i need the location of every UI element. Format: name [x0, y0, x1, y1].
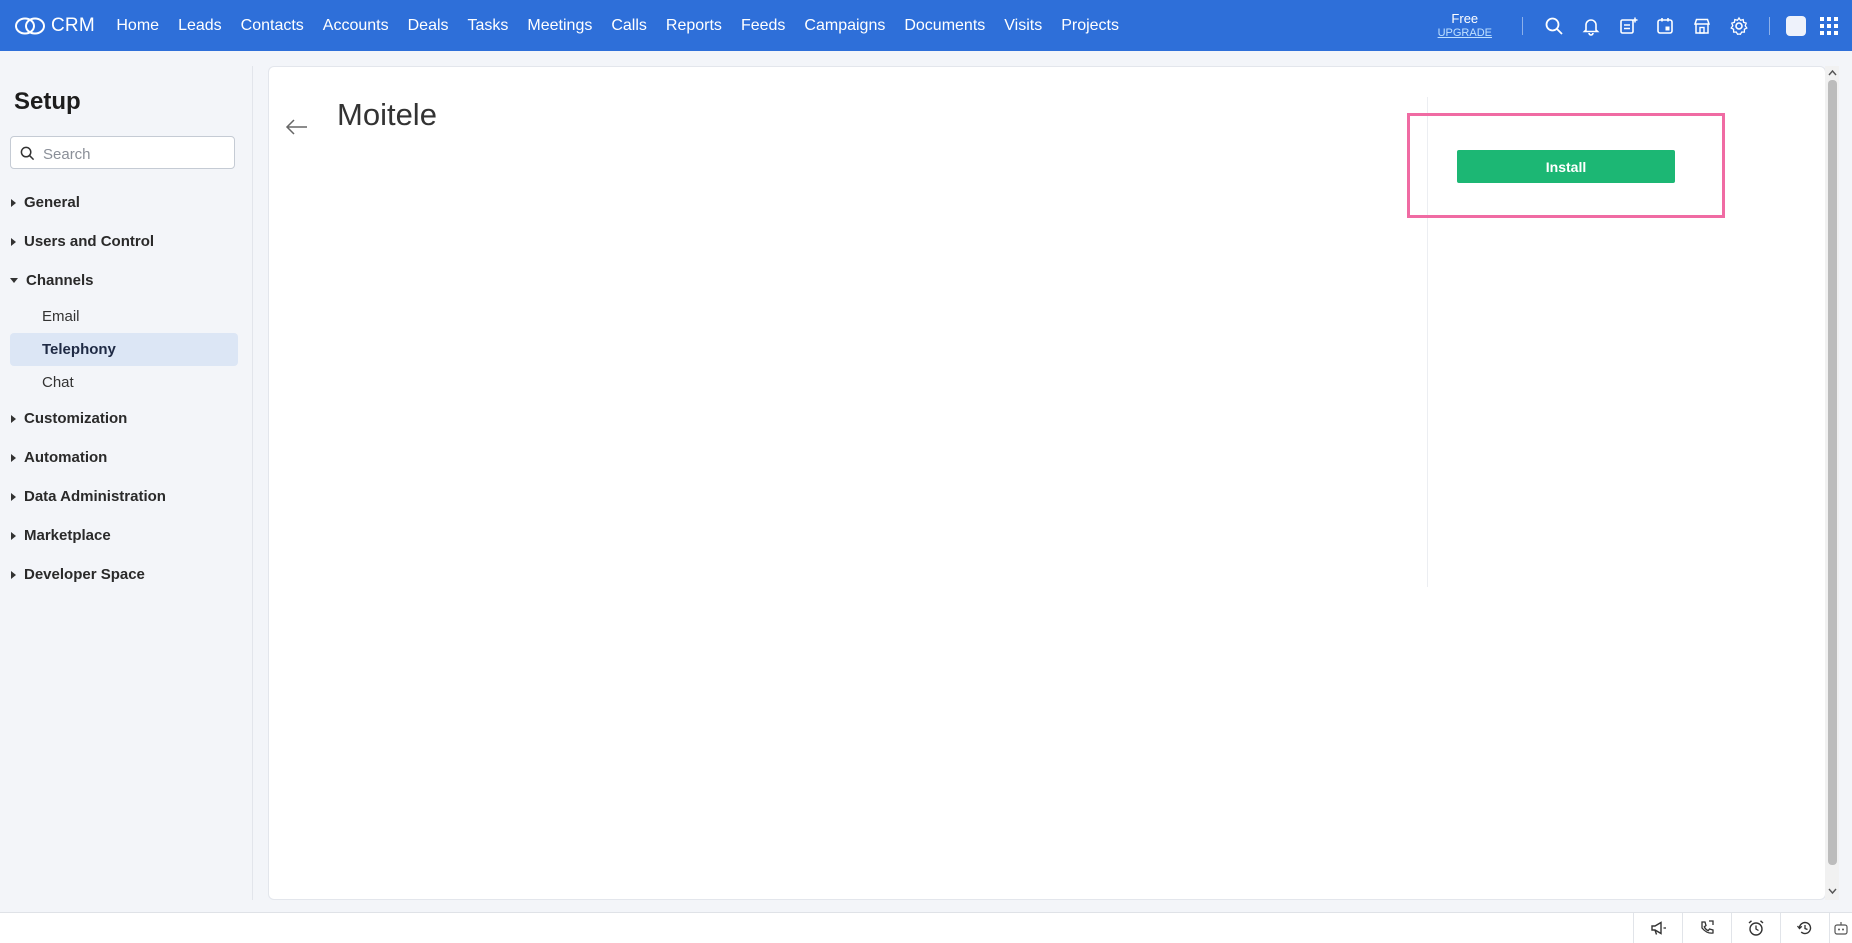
sidebar-item-developer-space[interactable]: Developer Space — [0, 555, 252, 594]
nav-campaigns[interactable]: Campaigns — [795, 17, 895, 35]
caret-right-icon — [11, 198, 16, 207]
sidebar-item-users-and-control[interactable]: Users and Control — [0, 222, 252, 261]
apps-grid-icon[interactable] — [1812, 0, 1846, 51]
nav-calls[interactable]: Calls — [602, 17, 657, 35]
setup-search[interactable] — [10, 136, 235, 169]
nav-visits[interactable]: Visits — [995, 17, 1052, 35]
caret-right-icon — [11, 492, 16, 501]
divider — [1522, 16, 1523, 35]
install-button[interactable]: Install — [1457, 150, 1675, 183]
nav-accounts[interactable]: Accounts — [313, 17, 398, 35]
bottom-toolbar — [0, 912, 1852, 943]
bottom-toolbar-icons — [1633, 913, 1852, 943]
nav-reports[interactable]: Reports — [656, 17, 731, 35]
top-right-tools: Free UPGRADE — [1438, 0, 1852, 51]
caret-down-icon — [10, 278, 18, 283]
sidebar-item-label: Data Administration — [24, 488, 166, 505]
caret-right-icon — [11, 531, 16, 540]
gear-icon[interactable] — [1720, 0, 1757, 51]
sidebar-item-channels[interactable]: Channels — [0, 261, 252, 300]
nav-projects[interactable]: Projects — [1052, 17, 1129, 35]
nav-deals[interactable]: Deals — [398, 17, 458, 35]
sidebar-item-customization[interactable]: Customization — [0, 399, 252, 438]
sidebar-subitem-telephony[interactable]: Telephony — [10, 333, 238, 366]
plan-info: Free UPGRADE — [1438, 10, 1492, 40]
nav-documents[interactable]: Documents — [895, 17, 995, 35]
sidebar-subitem-chat[interactable]: Chat — [10, 366, 238, 399]
sidebar-item-label: Marketplace — [24, 527, 111, 544]
sidebar-item-label: Customization — [24, 410, 128, 427]
search-input[interactable] — [41, 142, 225, 166]
sidebar-item-label: Users and Control — [24, 233, 155, 250]
announcement-icon[interactable] — [1633, 913, 1682, 943]
main-panel: Moitele Install — [268, 66, 1826, 900]
assistant-bot-icon[interactable] — [1829, 913, 1852, 943]
marketplace-icon[interactable] — [1683, 0, 1720, 51]
plan-label: Free — [1451, 10, 1479, 26]
sidebar-item-label: Channels — [26, 272, 94, 289]
call-log-icon[interactable] — [1682, 913, 1731, 943]
crm-logo-icon — [15, 17, 45, 34]
caret-right-icon — [11, 453, 16, 462]
divider — [1769, 16, 1770, 35]
bell-icon[interactable] — [1572, 0, 1609, 51]
alarm-clock-icon[interactable] — [1731, 913, 1780, 943]
sidebar-item-label: Automation — [24, 449, 108, 466]
nav-feeds[interactable]: Feeds — [731, 17, 794, 35]
sidebar-subitem-email[interactable]: Email — [10, 300, 238, 333]
nav-leads[interactable]: Leads — [169, 17, 232, 35]
scrollbar-thumb[interactable] — [1828, 80, 1837, 865]
calendar-icon[interactable] — [1646, 0, 1683, 51]
crm-logo[interactable]: CRM — [14, 15, 95, 37]
caret-right-icon — [11, 414, 16, 423]
sidebar-item-automation[interactable]: Automation — [0, 438, 252, 477]
search-icon — [20, 146, 35, 161]
caret-right-icon — [11, 237, 16, 246]
setup-sidebar: Setup General Users and Control Channels… — [0, 66, 253, 900]
nav-contacts[interactable]: Contacts — [231, 17, 313, 35]
setup-menu: General Users and Control Channels Email… — [0, 183, 252, 594]
history-icon[interactable] — [1780, 913, 1829, 943]
back-arrow-icon[interactable] — [285, 117, 309, 137]
nav-tasks[interactable]: Tasks — [458, 17, 518, 35]
top-navigation-bar: CRM Home Leads Contacts Accounts Deals T… — [0, 0, 1852, 51]
main-nav: Home Leads Contacts Accounts Deals Tasks… — [107, 17, 1129, 35]
sidebar-item-data-administration[interactable]: Data Administration — [0, 477, 252, 516]
brand-name: CRM — [51, 14, 95, 36]
nav-home[interactable]: Home — [107, 17, 169, 35]
scroll-down-icon[interactable] — [1827, 886, 1838, 896]
setup-title: Setup — [14, 88, 81, 115]
sidebar-item-label: General — [24, 194, 80, 211]
add-record-icon[interactable] — [1609, 0, 1646, 51]
sidebar-item-general[interactable]: General — [0, 183, 252, 222]
page-title: Moitele — [337, 97, 437, 132]
scroll-up-icon[interactable] — [1827, 68, 1838, 78]
nav-meetings[interactable]: Meetings — [518, 17, 602, 35]
avatar[interactable] — [1786, 15, 1806, 36]
search-icon[interactable] — [1535, 0, 1572, 51]
sidebar-item-label: Developer Space — [24, 566, 145, 583]
caret-right-icon — [11, 570, 16, 579]
upgrade-link[interactable]: UPGRADE — [1438, 26, 1492, 40]
sidebar-item-marketplace[interactable]: Marketplace — [0, 516, 252, 555]
